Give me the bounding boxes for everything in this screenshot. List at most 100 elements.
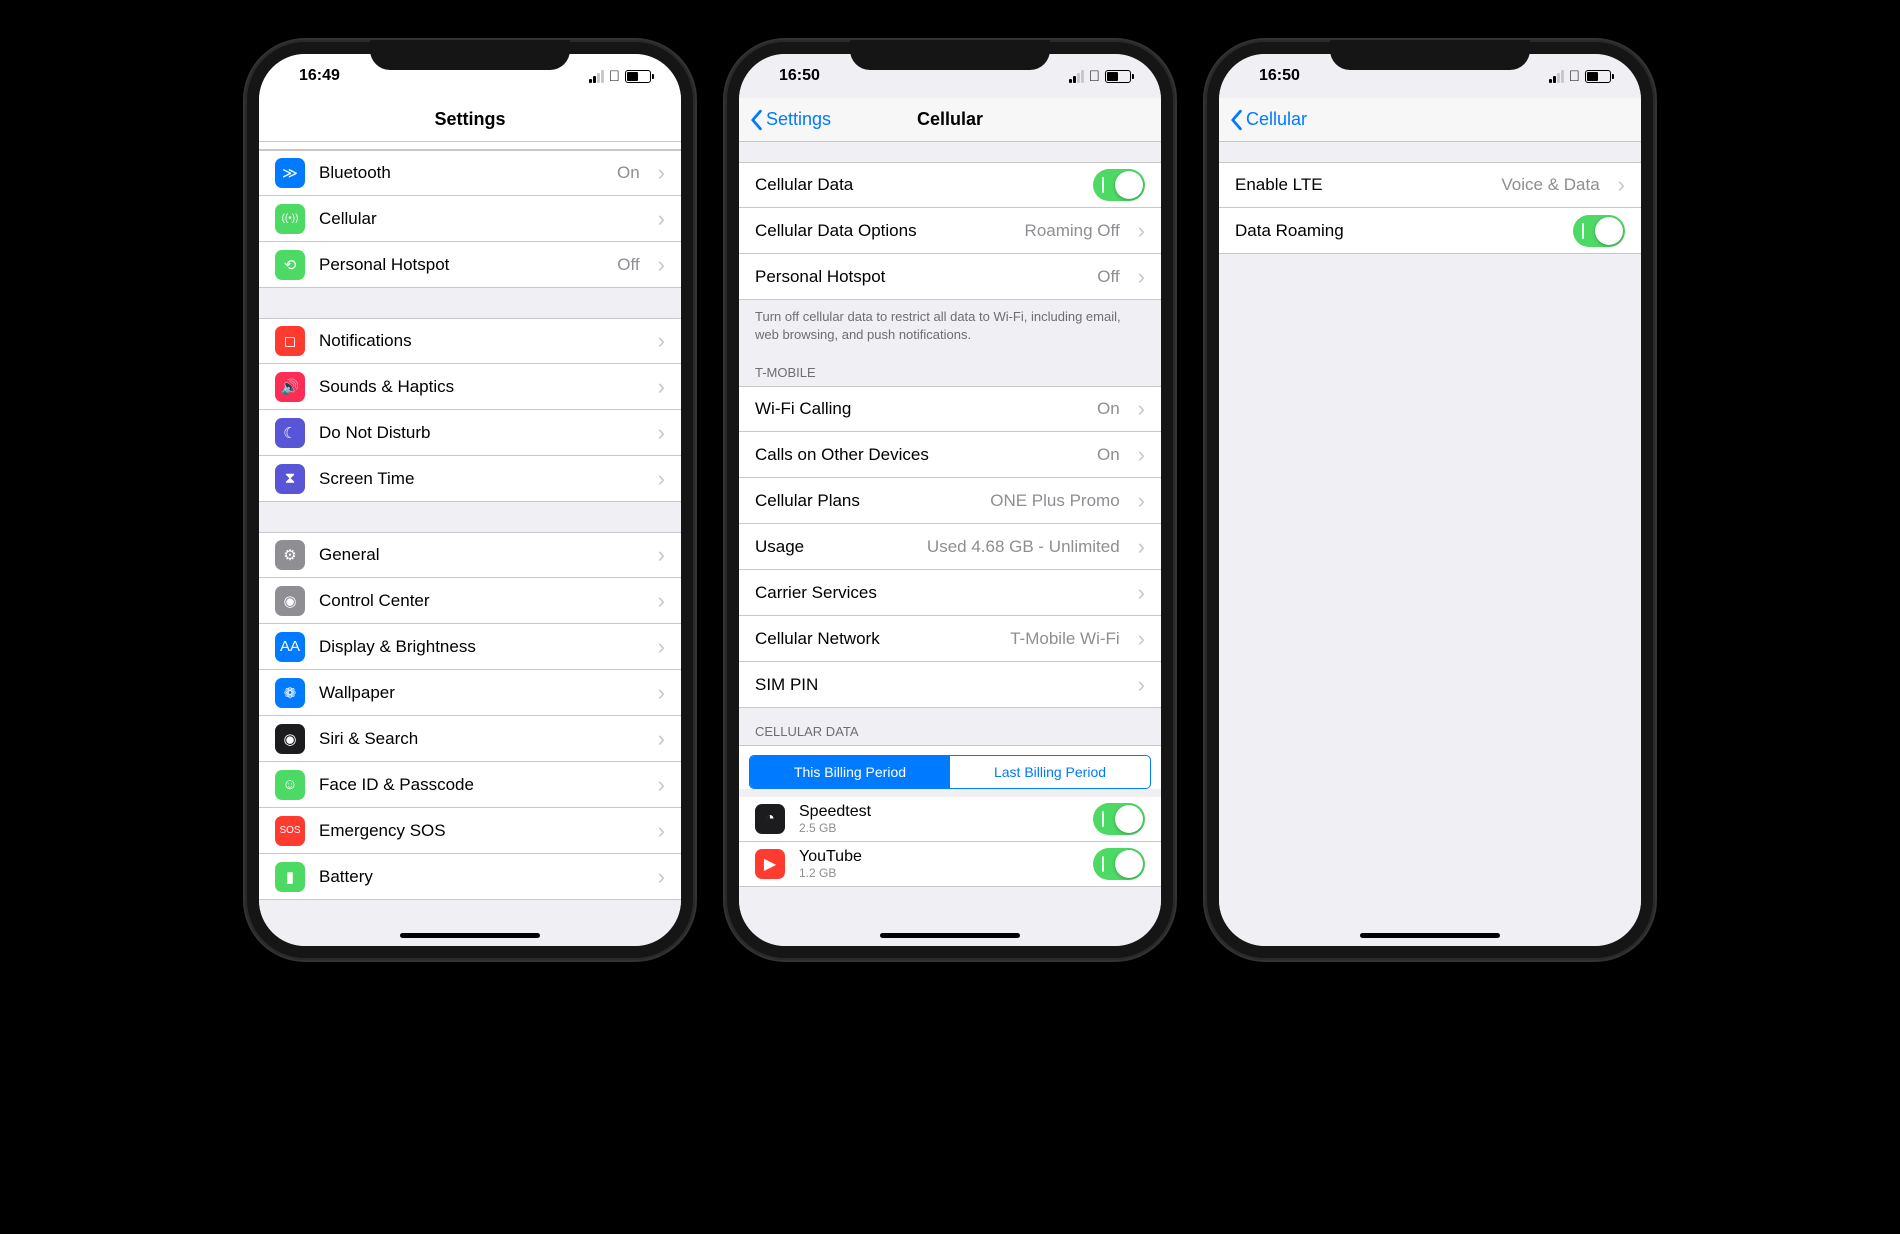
settings-row[interactable]: Carrier Services› <box>739 570 1161 616</box>
settings-row[interactable]: ≫ Bluetooth On › <box>259 150 681 196</box>
row-label: Cellular Plans <box>755 491 976 511</box>
chevron-right-icon: › <box>658 818 665 844</box>
youtube-icon: ▶ <box>755 849 785 879</box>
row-label: Cellular <box>319 209 640 229</box>
cellular-icon: ((•)) <box>275 204 305 234</box>
settings-row[interactable]: ☺ Face ID & Passcode › <box>259 762 681 808</box>
notifications-icon: ◻ <box>275 326 305 356</box>
row-value: On <box>617 163 640 183</box>
siri-icon: ◉ <box>275 724 305 754</box>
settings-row[interactable]: ☾ Do Not Disturb › <box>259 410 681 456</box>
row-label: Control Center <box>319 591 640 611</box>
settings-row[interactable]: ▮ Battery › <box>259 854 681 900</box>
settings-row[interactable]: ⟲ Personal Hotspot Off › <box>259 242 681 288</box>
chevron-right-icon: › <box>1138 672 1145 698</box>
faceid-icon: ☺ <box>275 770 305 800</box>
chevron-right-icon: › <box>1138 626 1145 652</box>
settings-row[interactable]: Calls on Other DevicesOn› <box>739 432 1161 478</box>
cellular-options-list[interactable]: Enable LTEVoice & Data› Data Roaming <box>1219 142 1641 946</box>
settings-row[interactable]: ◉ Control Center › <box>259 578 681 624</box>
settings-row[interactable]: Cellular Data OptionsRoaming Off› <box>739 208 1161 254</box>
settings-row[interactable]: Data Roaming <box>1219 208 1641 254</box>
notch <box>370 40 570 70</box>
sos-icon: SOS <box>275 816 305 846</box>
battery-icon <box>1585 70 1611 83</box>
settings-row[interactable]: ◻ Notifications › <box>259 318 681 364</box>
settings-row[interactable]: Cellular PlansONE Plus Promo› <box>739 478 1161 524</box>
row-label: Data Roaming <box>1235 221 1559 241</box>
battery-icon: ▮ <box>275 862 305 892</box>
battery-icon <box>625 70 651 83</box>
sounds-icon: 🔊 <box>275 372 305 402</box>
toggle-switch[interactable] <box>1093 169 1145 201</box>
settings-row[interactable]: Cellular Network T-Mobile Wi-Fi › <box>739 616 1161 662</box>
back-button[interactable]: Cellular <box>1219 109 1307 131</box>
billing-period-segmented[interactable]: This Billing Period Last Billing Period <box>749 755 1151 789</box>
page-title: Settings <box>259 109 681 130</box>
row-label: Sounds & Haptics <box>319 377 640 397</box>
settings-row[interactable]: ❁ Wallpaper › <box>259 670 681 716</box>
app-usage: 2.5 GB <box>799 821 1079 835</box>
group-header: CELLULAR DATA <box>739 708 1161 745</box>
row-label: Notifications <box>319 331 640 351</box>
back-button[interactable]: Settings <box>739 109 831 131</box>
row-value: T-Mobile Wi-Fi <box>1010 629 1120 649</box>
nav-bar: Settings Cellular <box>739 98 1161 142</box>
settings-list[interactable]: ≫ Bluetooth On › ((•)) Cellular › ⟲ Pers… <box>259 142 681 946</box>
speedtest-icon: ◔ <box>755 804 785 834</box>
chevron-right-icon: › <box>1138 488 1145 514</box>
row-label: Do Not Disturb <box>319 423 640 443</box>
toggle-switch[interactable] <box>1573 215 1625 247</box>
chevron-right-icon: › <box>1138 218 1145 244</box>
settings-row[interactable]: ⧗ Screen Time › <box>259 456 681 502</box>
row-label: Battery <box>319 867 640 887</box>
display-icon: AA <box>275 632 305 662</box>
wallpaper-icon: ❁ <box>275 678 305 708</box>
row-value: Off <box>1097 267 1119 287</box>
screentime-icon: ⧗ <box>275 464 305 494</box>
settings-row[interactable]: Cellular Data <box>739 162 1161 208</box>
phone-frame-3: 16:50 􀙇 Cellular Enable LTEVoice & Data›… <box>1205 40 1655 960</box>
settings-row[interactable]: ◉ Siri & Search › <box>259 716 681 762</box>
row-label: Cellular Network <box>755 629 996 649</box>
segment-last-period[interactable]: Last Billing Period <box>950 756 1150 788</box>
row-label: Cellular Data Options <box>755 221 1011 241</box>
cellular-list[interactable]: Cellular Data Cellular Data OptionsRoami… <box>739 142 1161 946</box>
chevron-right-icon: › <box>1138 396 1145 422</box>
chevron-right-icon: › <box>658 328 665 354</box>
home-indicator[interactable] <box>400 933 540 938</box>
home-indicator[interactable] <box>880 933 1020 938</box>
settings-row[interactable]: Personal HotspotOff› <box>739 254 1161 300</box>
chevron-right-icon: › <box>658 374 665 400</box>
signal-icon <box>1069 70 1084 83</box>
group-header: T-MOBILE <box>739 349 1161 386</box>
notch <box>1330 40 1530 70</box>
row-label: Screen Time <box>319 469 640 489</box>
settings-row[interactable]: Enable LTEVoice & Data› <box>1219 162 1641 208</box>
app-usage-row[interactable]: ▶ YouTube 1.2 GB <box>739 842 1161 887</box>
settings-row[interactable]: Wi-Fi CallingOn› <box>739 386 1161 432</box>
settings-row[interactable]: SOS Emergency SOS › <box>259 808 681 854</box>
settings-row[interactable]: 🔊 Sounds & Haptics › <box>259 364 681 410</box>
app-usage-row[interactable]: ◔ Speedtest 2.5 GB <box>739 797 1161 842</box>
segment-this-period[interactable]: This Billing Period <box>750 756 950 788</box>
chevron-right-icon: › <box>658 252 665 278</box>
dnd-icon: ☾ <box>275 418 305 448</box>
settings-row[interactable]: ⚙ General › <box>259 532 681 578</box>
settings-row[interactable]: SIM PIN› <box>739 662 1161 708</box>
nav-bar: Settings <box>259 98 681 142</box>
home-indicator[interactable] <box>1360 933 1500 938</box>
row-label: General <box>319 545 640 565</box>
wifi-icon: 􀙇 <box>1569 68 1580 85</box>
toggle-switch[interactable] <box>1093 848 1145 880</box>
signal-icon <box>589 70 604 83</box>
row-label: Personal Hotspot <box>319 255 603 275</box>
row-label: Face ID & Passcode <box>319 775 640 795</box>
status-time: 16:49 <box>299 67 340 85</box>
toggle-switch[interactable] <box>1093 803 1145 835</box>
settings-row[interactable]: AA Display & Brightness › <box>259 624 681 670</box>
settings-row[interactable]: ((•)) Cellular › <box>259 196 681 242</box>
settings-row[interactable]: UsageUsed 4.68 GB - Unlimited› <box>739 524 1161 570</box>
row-value: On <box>1097 399 1120 419</box>
chevron-right-icon: › <box>658 634 665 660</box>
